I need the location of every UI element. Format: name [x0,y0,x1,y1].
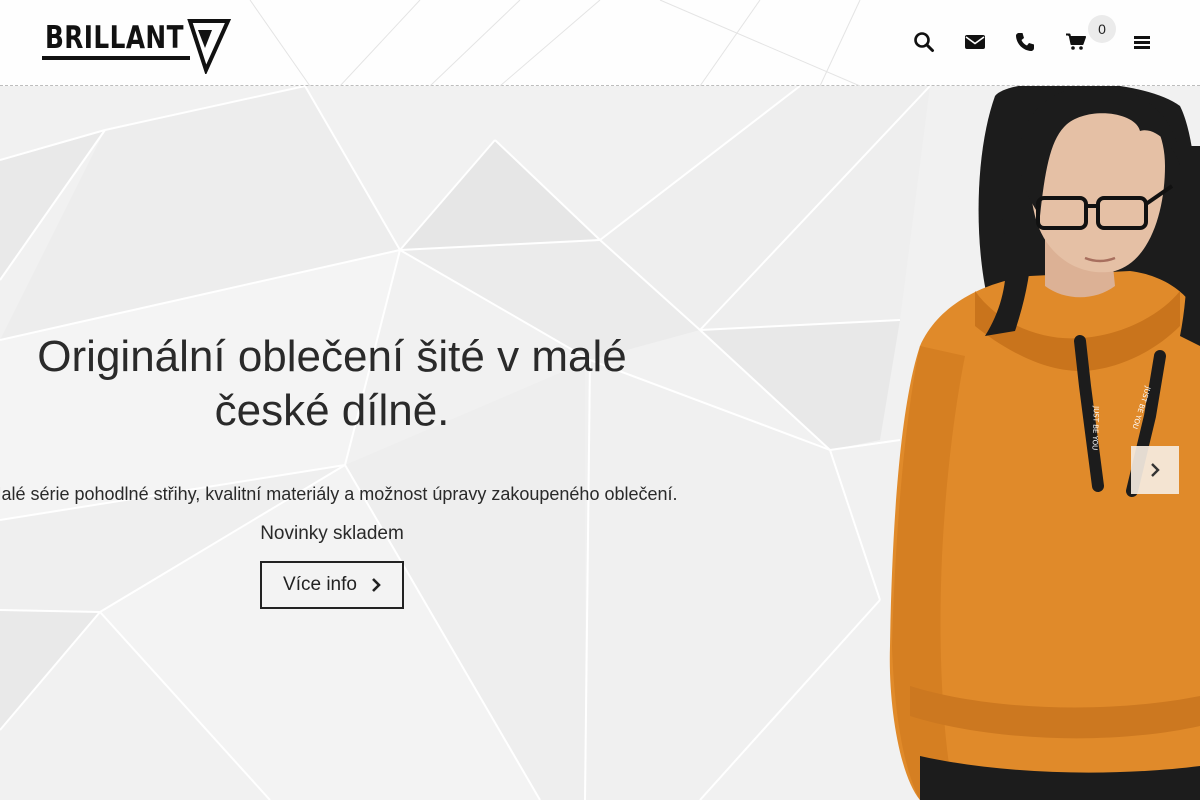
search-icon[interactable] [910,28,938,56]
chevron-right-icon [372,578,381,592]
more-info-label: Více info [283,574,357,595]
brand-logo[interactable]: BRILLANT [40,16,232,74]
hero-title: Originální oblečení šité v malé české dí… [37,332,627,435]
model-photo: JUST BE YOU JUST BE YOU [889,86,1200,800]
hamburger-menu-icon[interactable] [1128,28,1156,56]
site-header: BRILLANT 0 [0,0,1200,86]
logo-mark [42,19,232,74]
phone-icon[interactable] [1011,28,1039,56]
cart-count-badge: 0 [1088,15,1116,43]
hero-description: Malé série pohodlné střihy, kvalitní mat… [0,484,678,504]
chevron-right-icon [1151,463,1160,477]
cart-icon[interactable] [1062,28,1090,56]
envelope-icon[interactable] [961,28,989,56]
lanyard-text: JUST BE YOU [1090,405,1100,450]
more-info-button[interactable]: Více info [260,561,404,609]
slider-next-button[interactable] [1131,446,1179,494]
hero-subtitle: Novinky skladem [260,523,404,544]
hero-slider: JUST BE YOU JUST BE YOU Originální obleč… [0,86,1200,800]
